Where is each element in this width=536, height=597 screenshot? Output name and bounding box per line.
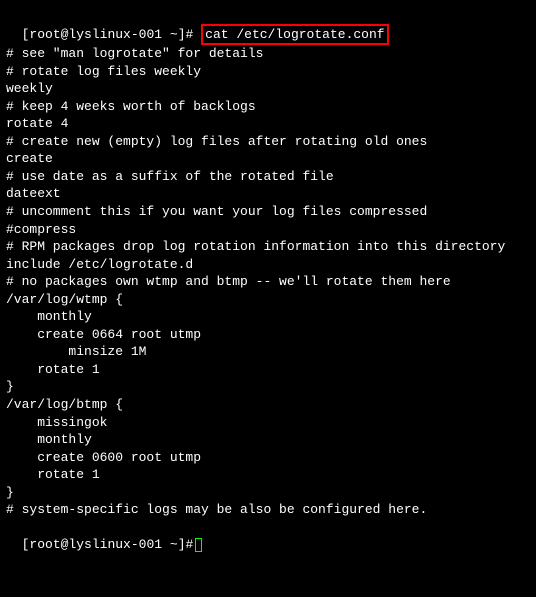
output-line: /var/log/wtmp {: [6, 291, 530, 309]
output-line: #compress: [6, 221, 530, 239]
output-line: # no packages own wtmp and btmp -- we'll…: [6, 273, 530, 291]
output-line: create 0664 root utmp: [6, 326, 530, 344]
prompt-user: root: [29, 27, 60, 42]
terminal-prompt-line: [root@lyslinux-001 ~]# cat /etc/logrotat…: [6, 6, 530, 45]
output-line: rotate 1: [6, 466, 530, 484]
output-line: # uncomment this if you want your log fi…: [6, 203, 530, 221]
prompt-close: ]: [178, 27, 186, 42]
output-line: dateext: [6, 185, 530, 203]
output-line: # create new (empty) log files after rot…: [6, 133, 530, 151]
output-line: # RPM packages drop log rotation informa…: [6, 238, 530, 256]
output-line: rotate 4: [6, 115, 530, 133]
prompt-cwd: ~: [170, 27, 178, 42]
output-line: }: [6, 378, 530, 396]
output-line: create 0600 root utmp: [6, 449, 530, 467]
output-line: include /etc/logrotate.d: [6, 256, 530, 274]
prompt-user: root: [29, 537, 60, 552]
output-line: weekly: [6, 80, 530, 98]
output-line: # keep 4 weeks worth of backlogs: [6, 98, 530, 116]
output-line: }: [6, 484, 530, 502]
prompt-symbol: #: [186, 537, 194, 552]
prompt-cwd: ~: [170, 537, 178, 552]
output-line: monthly: [6, 431, 530, 449]
output-line: # see "man logrotate" for details: [6, 45, 530, 63]
output-line: /var/log/btmp {: [6, 396, 530, 414]
output-line: create: [6, 150, 530, 168]
output-line: # rotate log files weekly: [6, 63, 530, 81]
cursor-icon: [195, 538, 202, 552]
prompt-host: lyslinux-001: [68, 537, 162, 552]
prompt-close: ]: [178, 537, 186, 552]
prompt-space: [162, 537, 170, 552]
prompt-host: lyslinux-001: [68, 27, 162, 42]
output-line: monthly: [6, 308, 530, 326]
output-line: missingok: [6, 414, 530, 432]
prompt-gap: [193, 27, 201, 42]
prompt-space: [162, 27, 170, 42]
output-line: minsize 1M: [6, 343, 530, 361]
terminal-prompt-line-2[interactable]: [root@lyslinux-001 ~]#: [6, 519, 530, 554]
output-line: # system-specific logs may be also be co…: [6, 501, 530, 519]
output-line: rotate 1: [6, 361, 530, 379]
output-line: # use date as a suffix of the rotated fi…: [6, 168, 530, 186]
command-highlight: cat /etc/logrotate.conf: [201, 24, 388, 46]
